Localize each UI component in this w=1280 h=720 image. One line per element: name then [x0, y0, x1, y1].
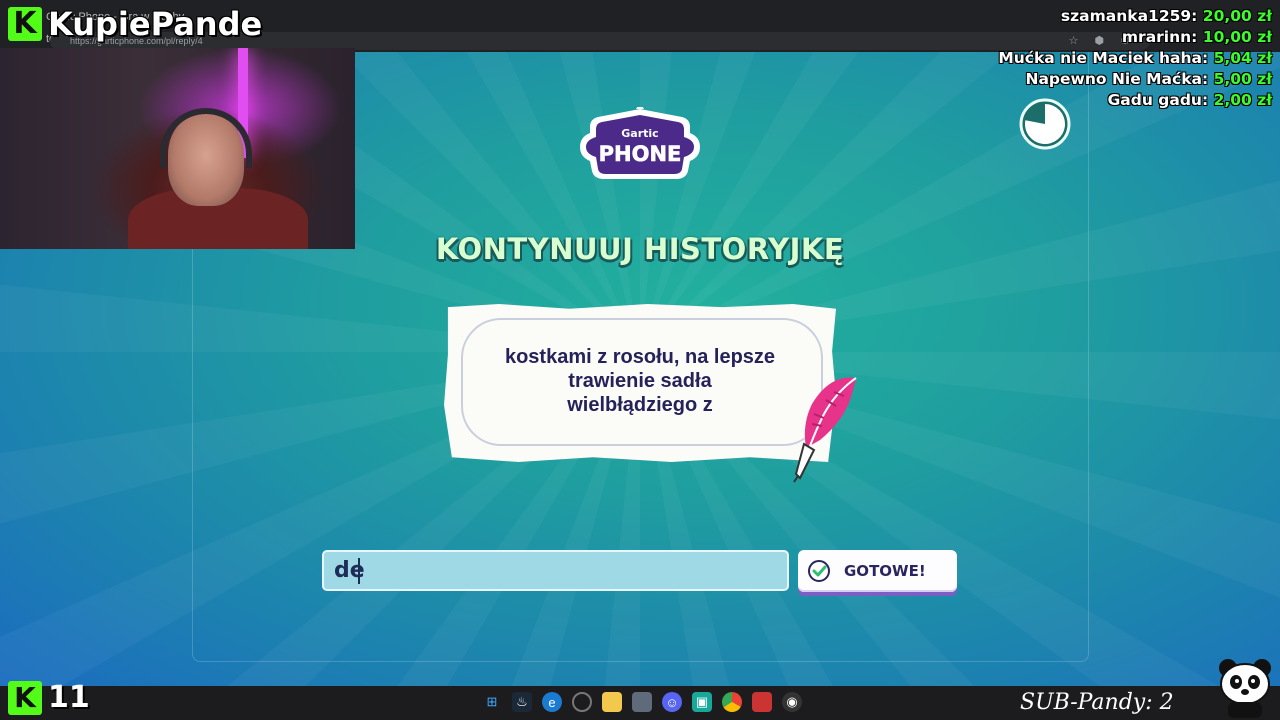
- donation-amount: 20,00 zł: [1202, 7, 1272, 25]
- logo-bottom-text: PHONE: [599, 142, 682, 166]
- page-heading: KONTYNUUJ HISTORYJKĘ: [435, 232, 845, 266]
- chrome-icon[interactable]: [722, 692, 742, 712]
- prompt-line: wielbłądziego z: [567, 394, 713, 416]
- viewer-count: 11: [48, 680, 90, 715]
- folder-icon[interactable]: [602, 692, 622, 712]
- donor-name: mrarinn:: [1121, 28, 1198, 46]
- channel-name: KupiePande: [48, 5, 263, 43]
- channel-brand: K KupiePande: [8, 5, 262, 43]
- done-button-label: GOTOWE!: [844, 562, 926, 580]
- donation-amount: 5,04 zł: [1213, 49, 1272, 67]
- obs-studio-icon[interactable]: ◉: [782, 692, 802, 712]
- discord-icon[interactable]: ☺: [662, 692, 682, 712]
- donation-row: szamanka1259: 20,00 zł: [998, 6, 1272, 27]
- edge-browser-icon[interactable]: e: [542, 692, 562, 712]
- app-icon[interactable]: [752, 692, 772, 712]
- sub-counter: SUB-Pandy: 2: [1020, 690, 1174, 715]
- done-button[interactable]: GOTOWE!: [798, 550, 957, 592]
- viewer-counter: K 11: [8, 680, 90, 715]
- donation-row: Napewno Nie Maćka: 5,00 zł: [998, 69, 1273, 90]
- logo-top-text: Gartic: [621, 127, 658, 140]
- prompt-text: kostkami z rosołu, na lepsze trawienie s…: [470, 345, 810, 417]
- taskbar-apps: ⊞ ♨ e ☺ ▣ ◉: [482, 692, 802, 712]
- quill-pen-icon: [793, 377, 857, 483]
- check-circle-icon: [808, 560, 830, 582]
- text-caret: [358, 558, 360, 584]
- donation-row: mrarinn: 10,00 zł: [998, 27, 1272, 48]
- donation-list: szamanka1259: 20,00 zł mrarinn: 10,00 zł…: [998, 6, 1272, 111]
- prompt-line: kostkami z rosołu, na lepsze: [504, 346, 776, 368]
- kick-logo-icon: K: [8, 7, 42, 41]
- obs-icon[interactable]: [572, 692, 592, 712]
- steam-icon[interactable]: ♨: [512, 692, 532, 712]
- donor-name: szamanka1259:: [1060, 7, 1198, 25]
- panda-mascot-icon: [1219, 659, 1271, 718]
- donor-name: Mućka nie Maciek haha:: [998, 49, 1209, 67]
- donor-name: Gadu gadu:: [1107, 91, 1209, 109]
- answer-input[interactable]: [322, 550, 789, 591]
- donor-name: Napewno Nie Maćka:: [1025, 70, 1209, 88]
- gartic-phone-logo: Gartic PHONE: [580, 107, 700, 179]
- donation-amount: 2,00 zł: [1213, 91, 1272, 109]
- prompt-line: trawienie sadła: [568, 370, 712, 392]
- webcam-overlay: [0, 48, 355, 249]
- app-icon[interactable]: [632, 692, 652, 712]
- donation-row: Mućka nie Maciek haha: 5,04 zł: [998, 48, 1272, 69]
- donation-amount: 10,00 zł: [1202, 28, 1272, 46]
- donation-amount: 5,00 zł: [1213, 70, 1272, 88]
- kick-logo-icon: K: [8, 680, 42, 715]
- donation-row: Gadu gadu: 2,00 zł: [998, 90, 1272, 111]
- app-icon[interactable]: ▣: [692, 692, 712, 712]
- windows-start-icon[interactable]: ⊞: [482, 692, 502, 712]
